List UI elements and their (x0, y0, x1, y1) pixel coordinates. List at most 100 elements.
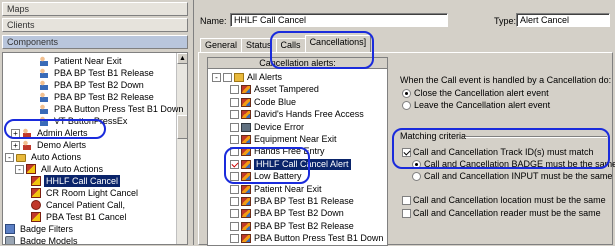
alert-checkbox[interactable] (230, 97, 239, 107)
type-field[interactable]: Alert Cancel (516, 13, 610, 27)
alert-checkbox[interactable] (230, 135, 239, 144)
tab-cancellations[interactable]: Cancellations] (304, 35, 372, 52)
alert-item[interactable]: PBA BP Test B1 Release (230, 196, 354, 207)
collapse-icon[interactable]: - (15, 164, 24, 174)
alert-checkbox[interactable] (230, 110, 239, 120)
leave-alert-radio[interactable] (402, 101, 411, 110)
alert-checkbox[interactable] (230, 184, 239, 194)
tab-general[interactable]: General (200, 38, 243, 52)
alert-item-label: David's Hands Free Access (254, 109, 364, 120)
alert-item[interactable]: David's Hands Free Access (230, 109, 364, 120)
tree-item[interactable]: VT ButtonPressEx (39, 115, 129, 127)
alert-item[interactable]: PBA Button Press Test B1 Down (230, 233, 383, 244)
alert-checkbox[interactable] (230, 159, 239, 169)
close-alert-label: Close the Cancellation alert event (414, 88, 549, 98)
tree-item-label: HHLF Call Cancel (44, 175, 121, 187)
alert-checkbox[interactable] (230, 234, 239, 244)
matching-divider (465, 136, 607, 137)
tree-item[interactable]: PBA Test B1 Cancel (31, 211, 128, 223)
alert-icon (241, 184, 251, 194)
scroll-up-icon[interactable]: ▲ (177, 53, 187, 64)
close-alert-radio[interactable] (402, 89, 411, 98)
person-icon (39, 68, 49, 78)
alert-item[interactable]: Code Blue (230, 97, 296, 108)
nav-components-button[interactable]: Components (2, 35, 188, 49)
tree-item[interactable]: - All Auto Actions (15, 163, 105, 175)
tree-item-label: All Auto Actions (41, 164, 104, 174)
nav-clients-button[interactable]: Clients (2, 18, 188, 32)
person2-icon (22, 128, 32, 138)
location-checkbox[interactable] (402, 196, 411, 205)
cancellation-alerts-header: Cancellation alerts: (208, 58, 387, 69)
badge-radio[interactable] (412, 160, 421, 169)
tree-item-label: Demo Alerts (37, 140, 87, 150)
person-icon (39, 56, 49, 66)
tree-item[interactable]: CR Room Light Cancel (31, 187, 140, 199)
alert-checkbox[interactable] (230, 147, 239, 157)
tree-item[interactable]: + Admin Alerts (11, 127, 90, 139)
tree-item-selected[interactable]: HHLF Call Cancel (31, 175, 121, 187)
alert-checkbox[interactable] (223, 73, 232, 82)
alert-checkbox[interactable] (230, 209, 239, 219)
alert-item[interactable]: PBA BP Test B2 Down (230, 208, 344, 219)
alert-item[interactable]: PBA BP Test B2 Release (230, 221, 354, 232)
expand-icon[interactable]: + (11, 140, 20, 150)
collapse-icon[interactable]: - (5, 152, 14, 162)
close-alert-option[interactable]: Close the Cancellation alert event (402, 88, 549, 99)
tree-item[interactable]: Badge Models (5, 235, 80, 244)
alert-item[interactable]: Asset Tampered (230, 84, 319, 95)
expand-icon[interactable]: + (11, 128, 20, 138)
tree-item[interactable]: Badge Filters (5, 223, 75, 235)
track-id-checkbox[interactable] (402, 148, 411, 157)
tree-item-label: PBA Test B1 Cancel (46, 212, 127, 222)
components-tree[interactable]: ▲ Patient Near Exit PBA BP Test B1 Releas… (2, 52, 188, 245)
alert-checkbox[interactable] (230, 122, 239, 132)
input-option[interactable]: Call and Cancellation INPUT must be the … (412, 171, 612, 182)
alert-item-label: Hands Free Entry (254, 146, 325, 157)
badge-option[interactable]: Call and Cancellation BADGE must be the … (412, 159, 615, 170)
track-id-option[interactable]: Call and Cancellation Track ID(s) must m… (402, 147, 594, 158)
alert-item[interactable]: Equipment Near Exit (230, 134, 337, 145)
tree-item[interactable]: - Auto Actions (5, 151, 83, 163)
alert-item[interactable]: Hands Free Entry (230, 146, 325, 157)
location-option[interactable]: Call and Cancellation location must be t… (402, 195, 606, 206)
alert-checkbox[interactable] (230, 172, 239, 182)
alert-item[interactable]: - All Alerts (212, 72, 282, 83)
input-radio[interactable] (412, 172, 421, 181)
tree-item[interactable]: Cancel Patient Call, (31, 199, 127, 211)
tree-scrollbar[interactable]: ▲ (176, 53, 187, 244)
tree-item[interactable]: Patient Near Exit (39, 55, 124, 67)
collapse-icon[interactable]: - (212, 73, 221, 82)
alert-checkbox[interactable] (230, 221, 239, 231)
tree-item[interactable]: PBA BP Test B1 Release (39, 67, 156, 79)
alert-item[interactable]: HHLF Call Cancel Alert (230, 158, 351, 170)
tab-calls[interactable]: Calls (275, 38, 306, 52)
device-icon (241, 122, 251, 132)
alert-checkbox[interactable] (230, 197, 239, 206)
name-input[interactable]: HHLF Call Cancel (230, 13, 448, 27)
nav-maps-button[interactable]: Maps (2, 2, 188, 16)
tree-item[interactable]: + Demo Alerts (11, 139, 88, 151)
tree-item-label: CR Room Light Cancel (46, 188, 139, 198)
alert-icon (241, 147, 251, 157)
reader-option[interactable]: Call and Cancellation reader must be the… (402, 208, 601, 219)
tree-item-label: Cancel Patient Call, (46, 200, 126, 210)
scroll-thumb[interactable] (177, 115, 187, 139)
alert-item-label: PBA BP Test B2 Release (254, 220, 354, 231)
tree-item[interactable]: PBA BP Test B2 Down (39, 79, 146, 91)
alert-item[interactable]: Device Error (230, 122, 304, 133)
leave-alert-option[interactable]: Leave the Cancellation alert event (402, 100, 550, 111)
alert-item-label: Low Battery (254, 171, 302, 182)
reader-checkbox[interactable] (402, 209, 411, 218)
tree-item-label: Auto Actions (31, 152, 82, 162)
tree-item[interactable]: PBA BP Test B2 Release (39, 91, 156, 103)
person-icon (39, 92, 49, 102)
alert-item-label: PBA BP Test B2 Down (254, 208, 344, 219)
tab-status[interactable]: Status (241, 38, 277, 52)
alert-item[interactable]: Low Battery (230, 171, 302, 182)
cancellation-alerts-list[interactable]: Cancellation alerts: - All Alerts Asset Ta… (207, 57, 388, 246)
action-icon (31, 176, 41, 186)
alert-item[interactable]: Patient Near Exit (230, 184, 322, 195)
alert-checkbox[interactable] (230, 85, 239, 95)
tree-item[interactable]: PBA Button Press Test B1 Down (39, 103, 185, 115)
